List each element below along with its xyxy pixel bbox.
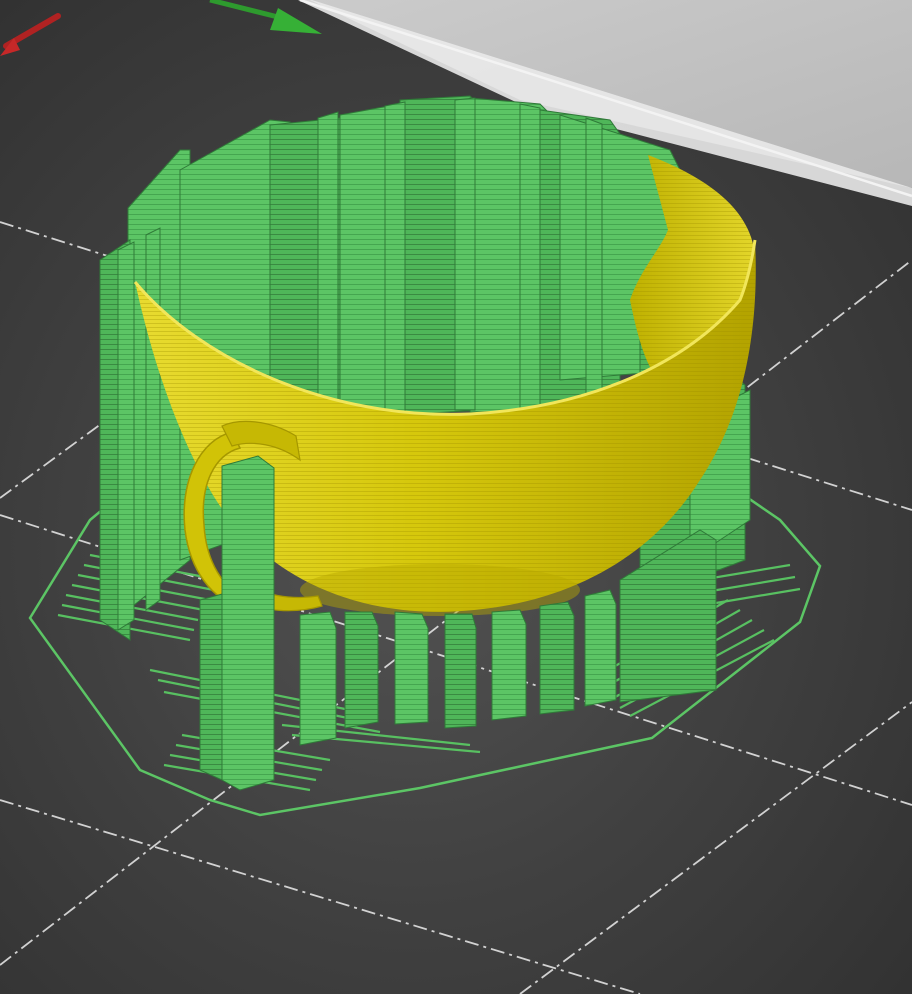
cup-bottom-shading	[300, 564, 580, 616]
raft-line	[704, 575, 796, 594]
support-fin	[519, 103, 541, 411]
y-axis-arrow-icon	[209, 0, 322, 34]
raft-line	[709, 587, 801, 606]
support-fin	[317, 111, 339, 415]
support-pillar	[444, 613, 477, 729]
support-fin	[145, 227, 161, 611]
support-pillar	[344, 611, 379, 729]
support-fin	[384, 101, 406, 415]
support-pillar	[299, 611, 337, 746]
support-pillar	[539, 601, 575, 715]
grid-line	[0, 799, 641, 994]
support-pillar	[619, 529, 717, 703]
3d-preview-viewport[interactable]	[0, 0, 912, 994]
support-fin	[117, 241, 135, 631]
axis-gizmo	[0, 0, 322, 56]
support-pillar	[394, 611, 429, 725]
support-pillar	[491, 609, 527, 721]
support-pillar	[199, 593, 223, 781]
sliced-preview-scene[interactable]	[0, 0, 912, 994]
grid-line	[519, 701, 912, 994]
support-fin	[585, 117, 603, 403]
support-pillar	[584, 589, 617, 707]
x-axis-arrow-icon	[0, 13, 61, 56]
support-fin	[454, 97, 476, 411]
support-pillar	[221, 455, 275, 791]
